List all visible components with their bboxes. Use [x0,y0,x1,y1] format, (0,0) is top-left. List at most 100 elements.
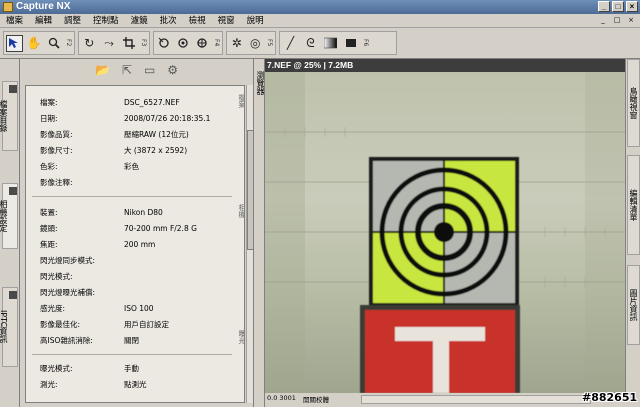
menu-help[interactable]: 說明 [241,14,270,28]
label-comment: 影像注釋: [40,178,73,187]
tab-iptc-info[interactable]: IPTC資訊 [0,287,18,367]
fkey-f3: F3 [140,39,148,47]
menu-control-point[interactable]: 控制點 [87,14,125,28]
toolgroup-retouch: ✲ ◎ F5 [226,31,276,55]
redeye-control-point-icon[interactable] [194,35,210,52]
image-window-title: 7.NEF @ 25% | 7.2MB [265,59,625,72]
tab-camera-settings[interactable]: 相機設定 [0,183,18,249]
lasso-icon[interactable]: ᘓ [302,35,319,52]
info-icon [9,291,17,299]
label-iso: 感光度: [40,304,66,313]
tab-photo-info[interactable]: 圖片資訊 [627,265,640,345]
title-bar: Capture NX _ □ × [0,0,640,14]
value-exposure-mode: 手動 [124,364,139,373]
minimize-button[interactable]: _ [598,1,610,12]
maximize-button[interactable]: □ [612,1,624,12]
section-file: 檔案 [238,94,245,108]
separator [32,196,232,197]
separator [32,354,232,355]
auto-retouch-brush-icon[interactable]: ✲ [229,35,245,52]
metadata-panel: 📂 ⇱ ▭ ⚙ 檔案 相機 曝光 檔案: DSC_6527.NEF 日期: 20… [21,59,254,407]
menu-file[interactable]: 檔案 [0,14,29,28]
label-flash-sync: 閃光燈同步模式: [40,256,96,265]
value-device: Nikon D80 [124,208,163,217]
label-high-iso-nr: 高ISO雜訊消除: [40,336,93,345]
tab-file-directory[interactable]: 檔案目錄 [0,81,18,151]
settings-icon[interactable]: ⚙ [167,63,178,77]
label-lens: 鏡頭: [40,224,58,233]
label-optimize: 影像最佳化: [40,320,81,329]
straighten-icon[interactable]: ⤳ [101,35,118,52]
value-file: DSC_6527.NEF [124,98,180,107]
fkey-f5: F5 [266,39,273,47]
doc-close-button[interactable]: × [626,15,636,26]
left-tab-strip: 檔案目錄 相機設定 IPTC資訊 [0,59,20,407]
menu-batch[interactable]: 批次 [154,14,183,28]
label-quality: 影像品質: [40,130,73,139]
label-flash-comp: 閃光燈曝光補償: [40,288,96,297]
label-exposure-mode: 曝光模式: [40,364,73,373]
fill-icon[interactable] [342,35,359,52]
toolgroup-control-points: F4 [153,31,223,55]
watermark: #882651 [582,391,638,404]
rotate-icon[interactable]: ↻ [81,35,98,52]
color-control-point-icon[interactable] [175,35,191,52]
photo-canvas[interactable] [265,72,625,393]
tab-edit-list[interactable]: 編輯清單 [627,155,640,255]
section-exposure: 曝光 [238,330,245,344]
menu-adjust[interactable]: 調整 [58,14,87,28]
menu-edit[interactable]: 編輯 [29,14,58,28]
tab-birds-eye[interactable]: 鳥瞰視窗 [627,59,640,147]
selection-brush-icon[interactable]: ╱ [282,35,299,52]
fkey-f2: F2 [65,39,72,47]
value-image-size: 大 (3872 x 2592) [124,146,188,155]
menu-filter[interactable]: 濾鏡 [125,14,154,28]
gradient-icon[interactable] [322,35,339,52]
fkey-f4: F4 [213,39,220,47]
app-icon [3,2,13,12]
horizontal-scrollbar[interactable] [361,395,591,404]
folder-options-icon[interactable]: ▭ [144,63,155,77]
value-color: 彩色 [124,162,139,171]
value-iso: ISO 100 [124,304,154,313]
label-metering: 測光: [40,380,58,389]
image-window: 7.NEF @ 25% | 7.2MB [265,59,625,393]
label-file: 檔案: [40,98,58,107]
value-metering: 點測光 [124,380,147,389]
doc-restore-button[interactable]: □ [612,15,622,26]
open-folder-icon[interactable]: 📂 [95,63,110,77]
red-eye-icon[interactable]: ◎ [248,35,264,52]
label-image-size: 影像尺寸: [40,146,73,155]
metadata-list: 檔案 相機 曝光 檔案: DSC_6527.NEF 日期: 2008/07/26… [25,85,245,403]
menu-view[interactable]: 檢視 [183,14,212,28]
toolgroup-navigate: ✋ F2 [3,31,75,55]
menu-bar: 檔案 編輯 調整 控制點 濾鏡 批次 檢視 視窗 說明 _ □ × [0,14,640,28]
toolbar: ✋ F2 ↻ ⤳ F3 F4 ✲ ◎ F5 ╱ ᘓ F6 [0,29,640,59]
close-button[interactable]: × [626,1,638,12]
black-control-point-icon[interactable] [156,35,172,52]
value-focal-length: 200 mm [124,240,156,249]
label-date: 日期: [40,114,58,123]
label-flash-mode: 閃光模式: [40,272,73,281]
crop-icon[interactable] [120,35,137,52]
label-device: 裝置: [40,208,58,217]
label-color: 色彩: [40,162,58,171]
direct-select-arrow-icon[interactable] [6,34,23,52]
menu-window[interactable]: 視窗 [212,14,241,28]
toolgroup-selection: ╱ ᘓ F6 [279,31,397,55]
toolgroup-transform: ↻ ⤳ F3 [78,31,150,55]
zoom-icon[interactable] [45,35,62,52]
image-status-bar: 0.0 3001 開關校體 [265,393,605,407]
value-high-iso-nr: 關閉 [124,336,139,345]
camera-icon [9,187,17,195]
export-icon[interactable]: ⇱ [122,63,132,77]
value-lens: 70-200 mm F/2.8 G [124,224,197,233]
section-camera: 相機 [238,204,245,218]
label-focal-length: 焦距: [40,240,58,249]
tab-browser[interactable]: 瀏覽器 [253,59,265,407]
status-middle: 開關校體 [303,396,329,404]
doc-minimize-button[interactable]: _ [598,15,608,26]
value-optimize: 用戶自訂設定 [124,320,169,329]
hand-icon[interactable]: ✋ [26,35,43,52]
status-left: 0.0 3001 [267,394,296,402]
